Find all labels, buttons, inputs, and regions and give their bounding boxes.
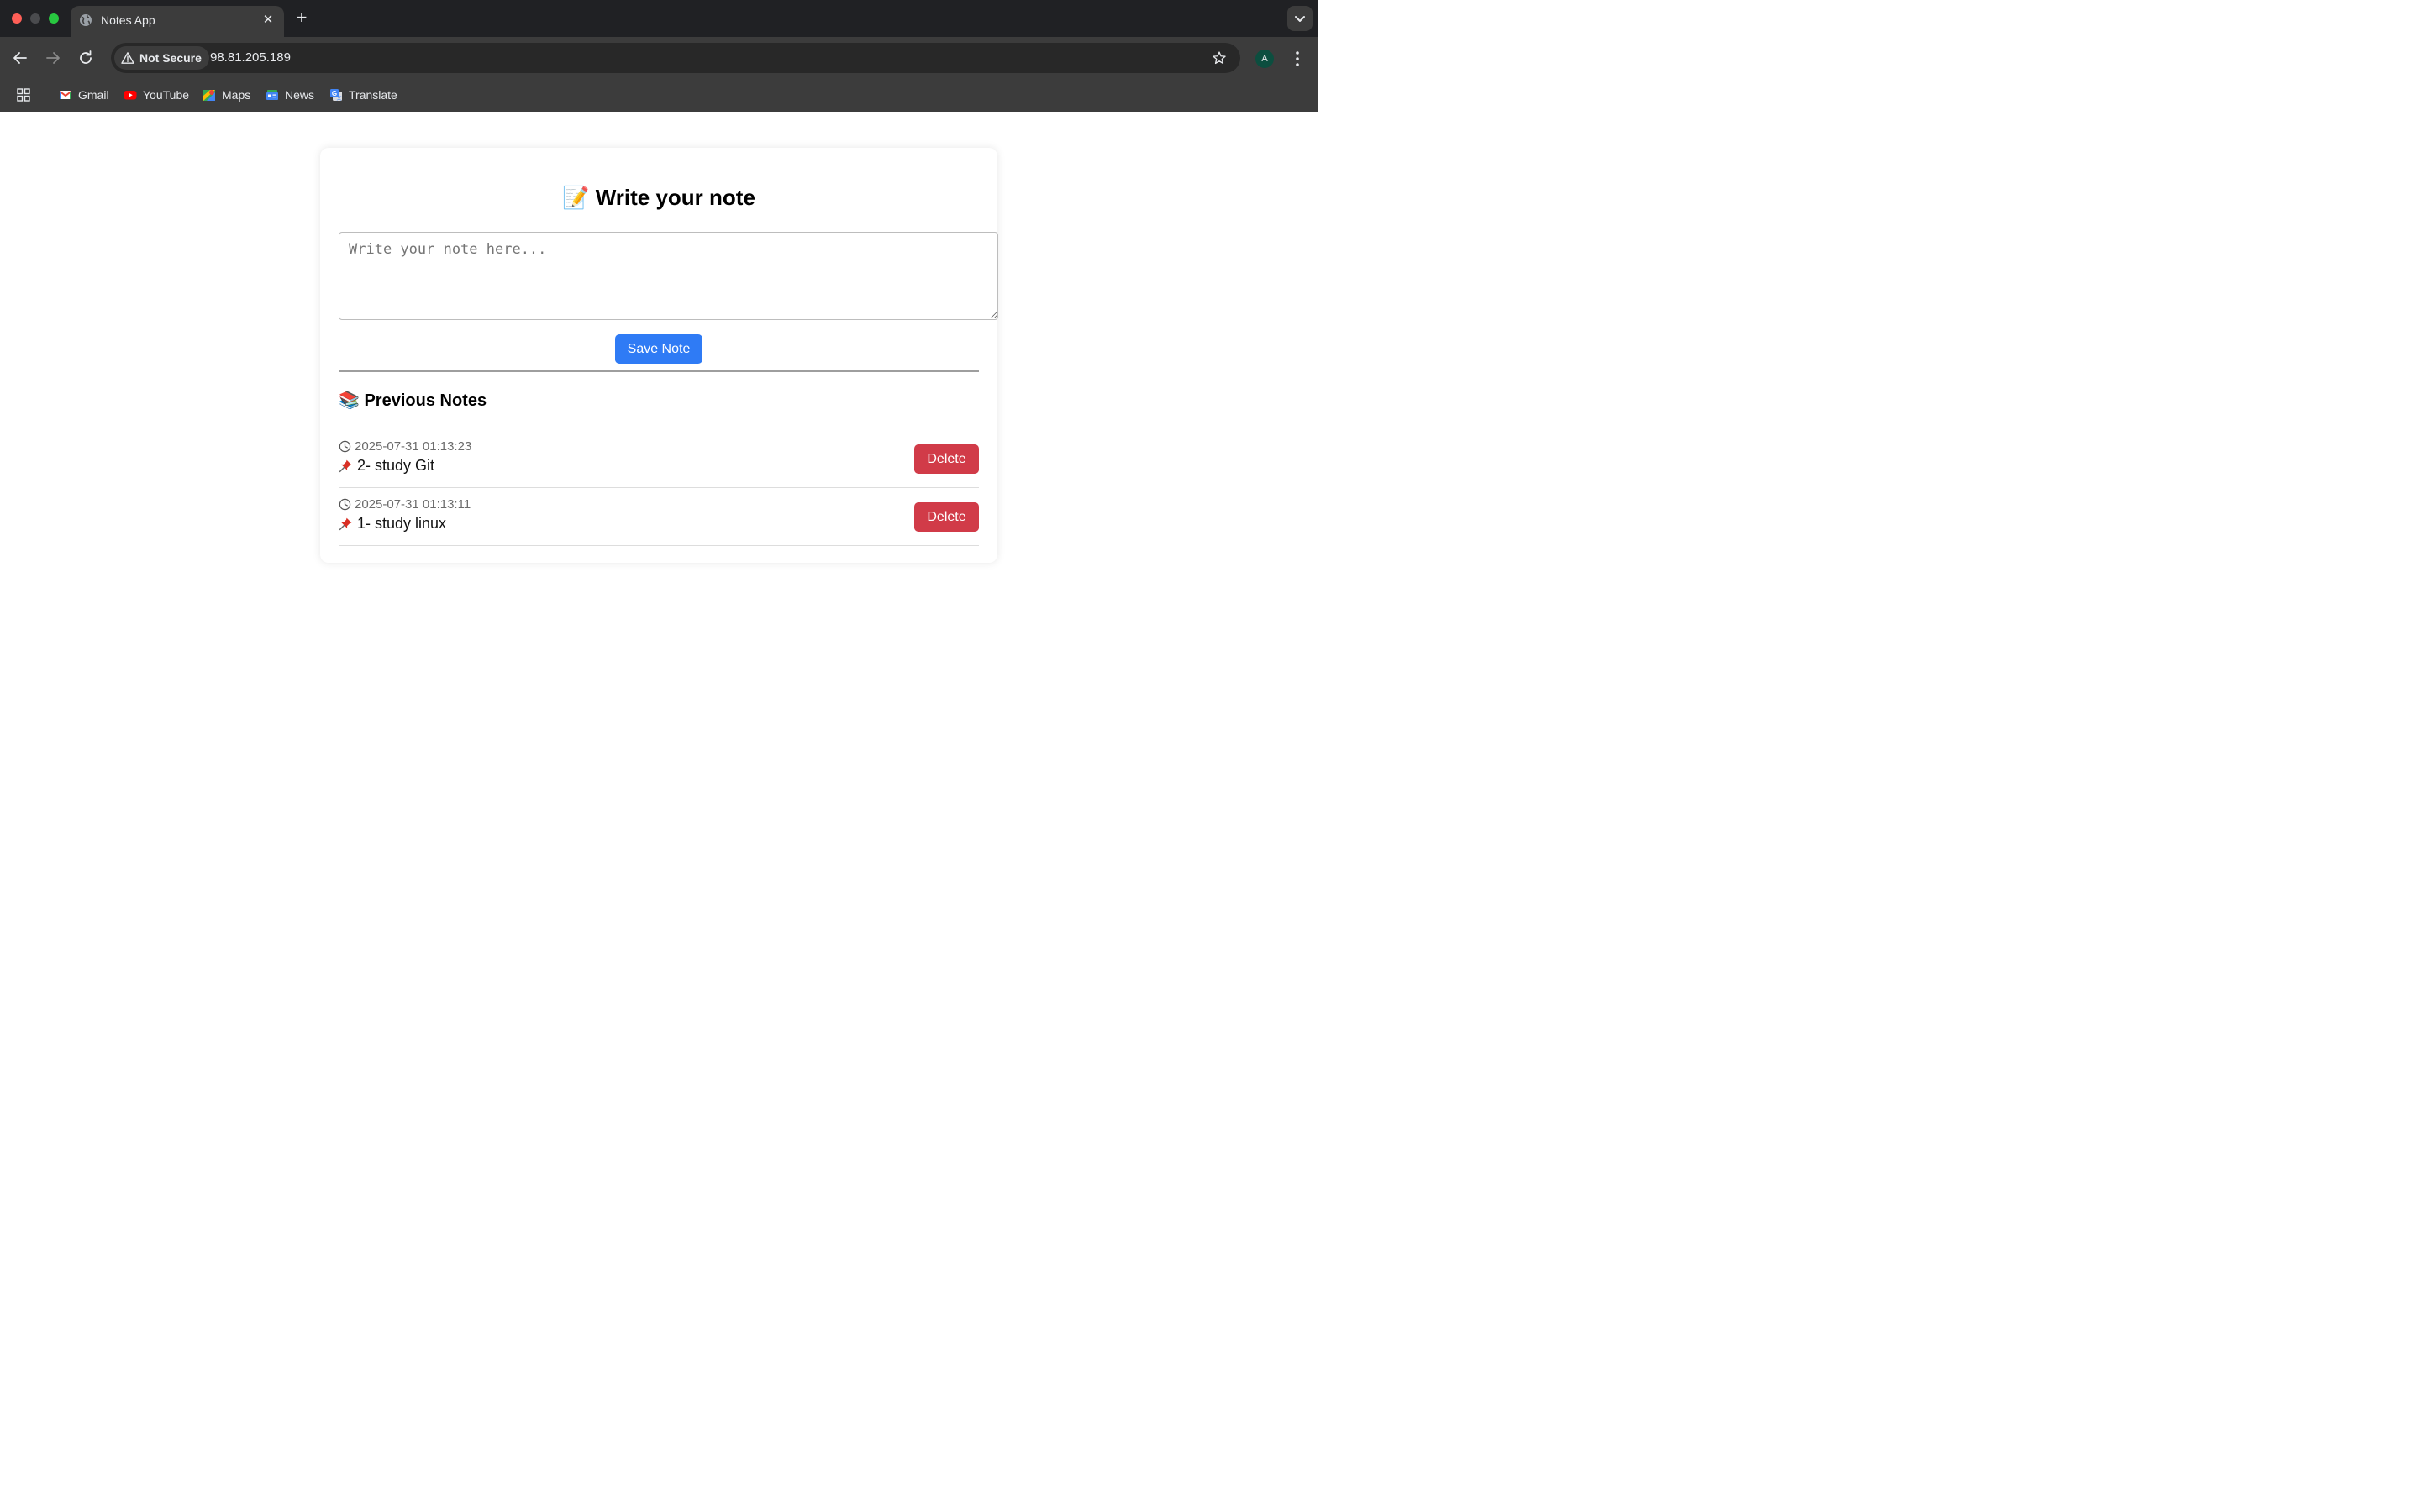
- globe-icon: [80, 14, 92, 26]
- browser-tab[interactable]: Notes App ✕: [71, 6, 284, 37]
- bookmark-news[interactable]: News: [266, 87, 314, 103]
- delete-note-button[interactable]: Delete: [914, 502, 979, 532]
- bookmark-label: Translate: [349, 88, 397, 102]
- maximize-window-button[interactable]: [49, 13, 59, 24]
- section-divider: [339, 370, 979, 372]
- browser-toolbar: Not Secure 98.81.205.189 A: [0, 37, 1318, 79]
- tab-title: Notes App: [101, 13, 155, 27]
- bookmark-gmail[interactable]: Gmail: [59, 87, 109, 103]
- close-tab-icon[interactable]: ✕: [260, 13, 276, 28]
- bookmark-label: YouTube: [143, 88, 190, 102]
- tab-strip: Notes App ✕ +: [0, 0, 1318, 37]
- timestamp-text: 2025-07-31 01:13:11: [355, 497, 471, 512]
- note-timestamp: 2025-07-31 01:13:11: [339, 497, 471, 512]
- previous-notes-title: Previous Notes: [364, 391, 487, 410]
- maps-icon: [203, 90, 215, 101]
- chevron-down-icon: [1295, 16, 1305, 22]
- save-note-button[interactable]: Save Note: [615, 334, 702, 364]
- warning-icon: [121, 52, 134, 64]
- back-arrow-icon[interactable]: [10, 48, 30, 68]
- security-label: Not Secure: [139, 51, 202, 65]
- minimize-window-button[interactable]: [30, 13, 40, 24]
- note-item: 2025-07-31 01:13:23 2- study Git Delete: [339, 429, 979, 488]
- pushpin-icon: [339, 459, 352, 473]
- clock-icon: [339, 498, 351, 511]
- pushpin-icon: [339, 517, 352, 531]
- notes-card: 📝 Write your note Save Note 📚 Previous N…: [320, 148, 998, 563]
- reload-icon[interactable]: [76, 48, 96, 68]
- security-chip[interactable]: Not Secure: [114, 46, 209, 70]
- more-menu-icon[interactable]: [1289, 50, 1306, 68]
- close-window-button[interactable]: [12, 13, 22, 24]
- profile-avatar[interactable]: A: [1255, 50, 1274, 68]
- tab-search-button[interactable]: [1287, 6, 1313, 31]
- page-title-text: Write your note: [595, 185, 755, 210]
- page-title: 📝 Write your note: [320, 185, 997, 211]
- bookmark-maps[interactable]: Maps: [203, 87, 250, 103]
- translate-icon: G 文: [330, 89, 342, 102]
- apps-grid-icon[interactable]: [17, 88, 30, 102]
- note-text: 2- study Git: [357, 457, 435, 474]
- gmail-icon: [59, 91, 72, 99]
- previous-notes-heading: 📚 Previous Notes: [339, 390, 487, 411]
- note-timestamp: 2025-07-31 01:13:23: [339, 439, 471, 454]
- books-icon: 📚: [339, 390, 360, 410]
- clock-icon: [339, 440, 351, 453]
- note-content: 2- study Git: [339, 457, 434, 475]
- note-input[interactable]: [339, 232, 998, 320]
- timestamp-text: 2025-07-31 01:13:23: [355, 439, 472, 454]
- note-item: 2025-07-31 01:13:11 1- study linux Delet…: [339, 487, 979, 546]
- forward-arrow-icon[interactable]: [43, 48, 63, 68]
- bookmarks-bar: Gmail YouTube Maps News G 文 Translate: [0, 79, 1318, 112]
- bookmark-star-icon[interactable]: [1212, 50, 1227, 66]
- bookmark-label: Gmail: [78, 88, 109, 102]
- url-text[interactable]: 98.81.205.189: [210, 50, 291, 65]
- address-bar[interactable]: Not Secure 98.81.205.189: [111, 43, 1240, 73]
- new-tab-button[interactable]: +: [292, 8, 311, 27]
- youtube-icon: [124, 91, 137, 100]
- note-content: 1- study linux: [339, 515, 446, 533]
- note-text: 1- study linux: [357, 515, 447, 532]
- bookmark-translate[interactable]: G 文 Translate: [329, 87, 397, 103]
- svg-text:文: 文: [336, 95, 341, 102]
- bookmark-label: Maps: [222, 88, 251, 102]
- news-icon: [266, 90, 278, 100]
- memo-icon: 📝: [562, 186, 590, 211]
- bookmark-youtube[interactable]: YouTube: [124, 87, 189, 103]
- bookmark-label: News: [285, 88, 315, 102]
- delete-note-button[interactable]: Delete: [914, 444, 979, 474]
